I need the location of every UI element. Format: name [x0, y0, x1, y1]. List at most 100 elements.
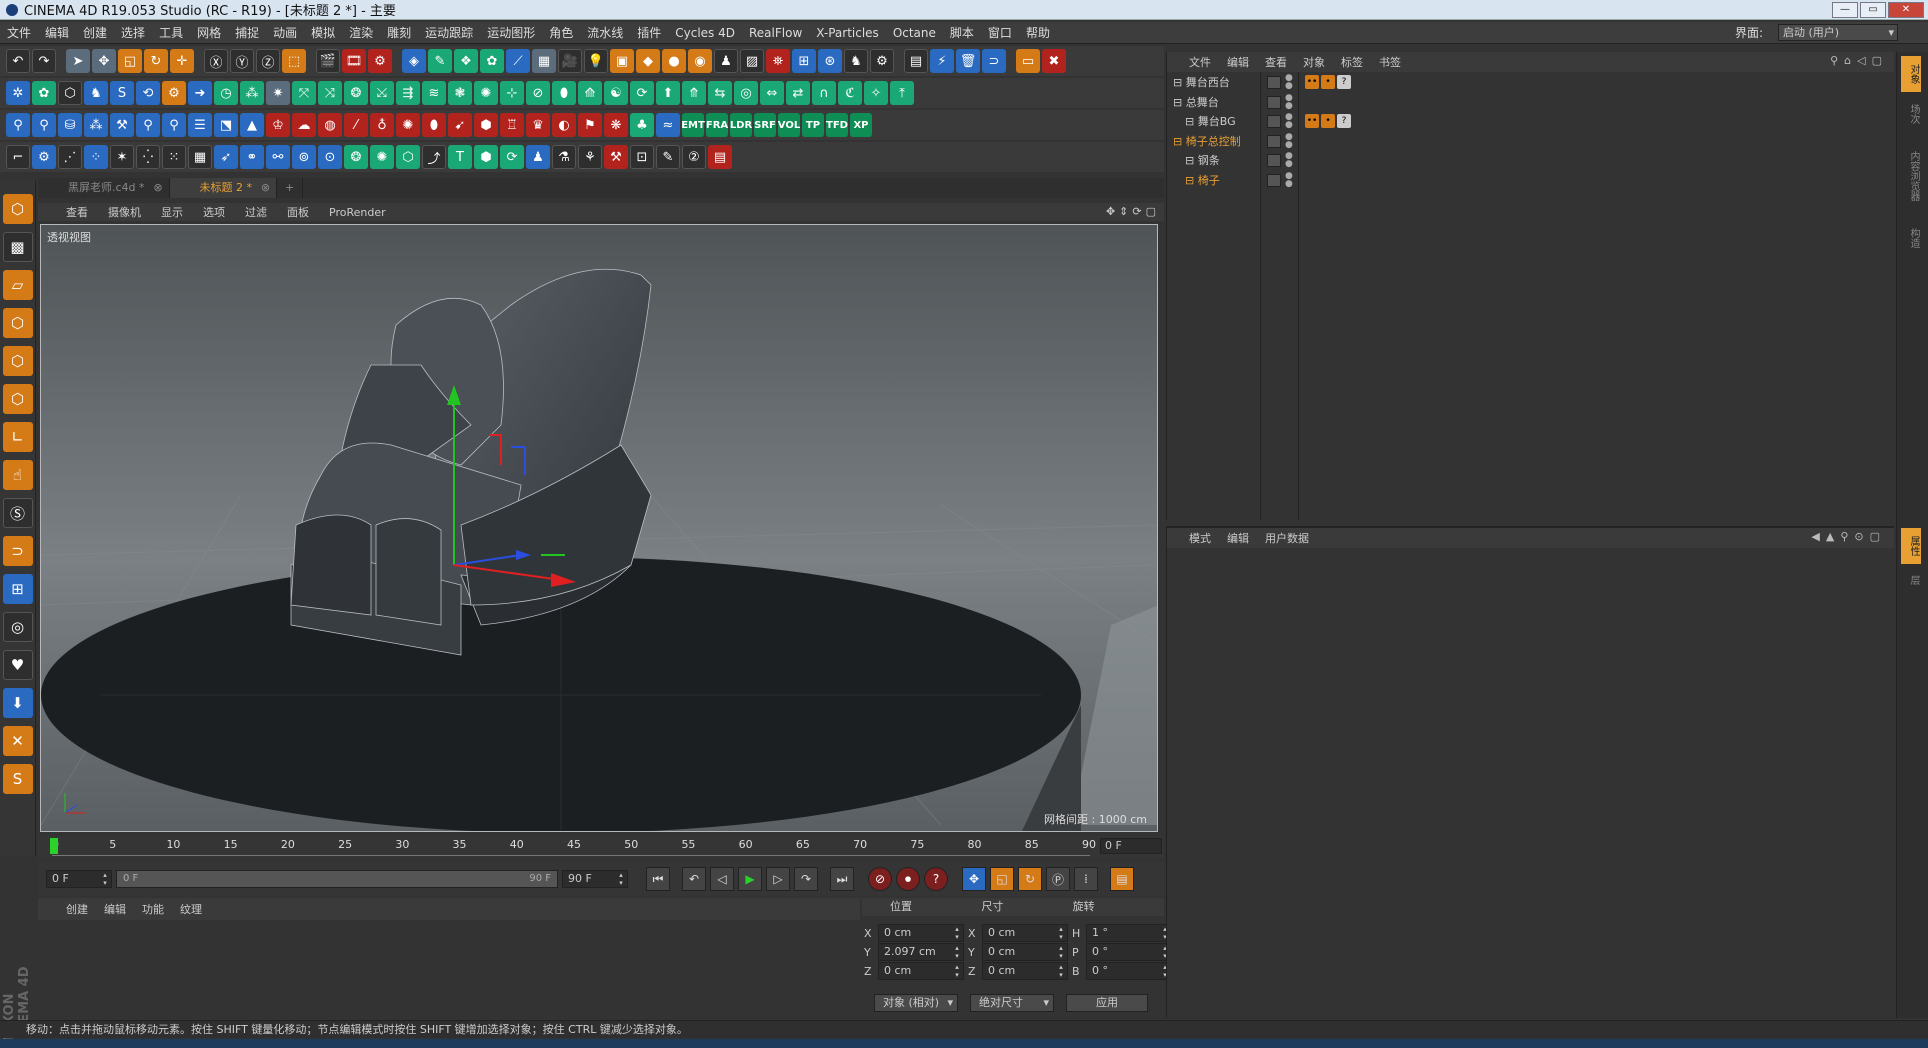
unknown-tag-icon[interactable]: ? [1337, 114, 1351, 128]
key-pla-icon[interactable]: ⁞ [1074, 867, 1098, 891]
coord-value-field[interactable]: 0 cm [878, 962, 964, 980]
xp-emitter-icon[interactable]: ♟ [714, 49, 738, 73]
xp-q4-icon[interactable]: ⁂ [84, 113, 108, 137]
go-to-start-icon[interactable]: ⏮ [646, 867, 670, 891]
xp-star-icon[interactable]: ✷ [266, 81, 290, 105]
viewport-nav-icons[interactable]: ✥⇕⟳▢ [1106, 205, 1160, 218]
render-view-icon[interactable]: 🎬 [316, 49, 340, 73]
object-name[interactable]: ⊟ 钢条 [1185, 152, 1220, 170]
null-object-icon[interactable]: ⊟ [1185, 174, 1198, 187]
tweak-icon[interactable]: ☝ [2, 460, 33, 490]
xp-mod20-icon[interactable]: ⇄ [786, 81, 810, 105]
size-mode-dropdown[interactable]: 绝对尺寸 [970, 994, 1054, 1012]
null-object-icon[interactable]: ⊟ [1185, 154, 1198, 167]
tool-2-icon[interactable]: ② [682, 145, 706, 169]
material-menu-item[interactable]: 创建 [66, 901, 88, 917]
xp-r12-icon[interactable]: ◐ [552, 113, 576, 137]
tool-a-icon[interactable]: ⌐ [6, 145, 30, 169]
tool-t-icon[interactable]: ⟳ [500, 145, 524, 169]
next-key-icon[interactable]: ↷ [794, 867, 818, 891]
tab-layers[interactable]: 层 [1901, 568, 1921, 592]
xp-group-icon[interactable]: ♞ [84, 81, 108, 105]
cycles-icon[interactable]: ◆ [636, 49, 660, 73]
polygons-mode-icon[interactable]: ⬡ [2, 384, 33, 414]
xp-mod16-icon[interactable]: ⤊ [682, 81, 706, 105]
xp-arrow-icon[interactable]: ➜ [188, 81, 212, 105]
s-plugin-icon[interactable]: S [2, 764, 33, 794]
layer-swatch[interactable] [1267, 95, 1281, 109]
tool-o-icon[interactable]: ✺ [370, 145, 394, 169]
x-axis-icon[interactable]: Ⓧ [204, 49, 228, 73]
snap-icon[interactable]: Ⓢ [2, 498, 33, 528]
xp-q1-icon[interactable]: ⚲ [6, 113, 30, 137]
xp-q3-icon[interactable]: ⛁ [58, 113, 82, 137]
null-object-icon[interactable]: ⊟ [1173, 76, 1186, 89]
xp-r6-icon[interactable]: ✺ [396, 113, 420, 137]
key-param-icon[interactable]: Ⓟ [1046, 867, 1070, 891]
object-row[interactable]: ⊟ 椅子 ● ● [1167, 171, 1895, 190]
xp-mod21-icon[interactable]: ∩ [812, 81, 836, 105]
xp-mod6-icon[interactable]: ≋ [422, 81, 446, 105]
prev-key-icon[interactable]: ↶ [682, 867, 706, 891]
next-frame-icon[interactable]: ▷ [766, 867, 790, 891]
grid-lock-icon[interactable]: ⊞ [2, 574, 33, 604]
attribute-menu-item[interactable]: 用户数据 [1265, 530, 1309, 546]
menu-item[interactable]: 脚本 [943, 24, 981, 41]
object-name[interactable]: ⊟ 舞台西台 [1173, 74, 1230, 92]
timeline-playhead[interactable] [50, 838, 58, 854]
object-menu-item[interactable]: 文件 [1189, 54, 1211, 70]
tool-v-icon[interactable]: ⚗ [552, 145, 576, 169]
xp-r2-icon[interactable]: ☁ [292, 113, 316, 137]
menu-item[interactable]: 创建 [76, 24, 114, 41]
sculpt-icon[interactable]: ✕ [2, 726, 33, 756]
xp-mod7-icon[interactable]: ❃ [448, 81, 472, 105]
keyframe-selection-icon[interactable]: ? [924, 867, 948, 891]
new-tab-button[interactable]: + [277, 178, 304, 198]
pen-icon[interactable]: ✎ [428, 49, 452, 73]
deformer-icon[interactable]: ⟋ [506, 49, 530, 73]
tool-p-icon[interactable]: ⬡ [396, 145, 420, 169]
prev-frame-icon[interactable]: ◁ [710, 867, 734, 891]
coord-mode-dropdown[interactable]: 对象 (相对) [874, 994, 958, 1012]
xp-mod18-icon[interactable]: ◎ [734, 81, 758, 105]
menu-item[interactable]: Cycles 4D [668, 26, 742, 40]
xp-r7-icon[interactable]: ⬮ [422, 113, 446, 137]
xp-mod23-icon[interactable]: ✧ [864, 81, 888, 105]
menu-item[interactable]: Octane [886, 26, 943, 40]
visibility-dots[interactable]: ● ● [1285, 93, 1293, 110]
menu-item[interactable]: 运动图形 [480, 24, 542, 41]
points-mode-icon[interactable]: ⬡ [2, 308, 33, 338]
preview-range-slider[interactable]: 0 F 90 F [116, 870, 558, 888]
object-row[interactable]: ⊟ 舞台BG ● ● •• •? [1167, 113, 1895, 131]
xpresso-icon[interactable]: ✖ [1042, 49, 1066, 73]
xp-mod12-icon[interactable]: ⟰ [578, 81, 602, 105]
xp-mod24-icon[interactable]: ⤒ [890, 81, 914, 105]
layer-swatch[interactable] [1267, 76, 1281, 89]
tool-d-icon[interactable]: ⁘ [84, 145, 108, 169]
object-row[interactable]: ⊟ 钢条 ● ● [1167, 152, 1895, 170]
xp-scatter-icon[interactable]: ⁂ [240, 81, 264, 105]
attribute-menu-item[interactable]: 模式 [1189, 530, 1211, 546]
octane-icon[interactable]: ◉ [688, 49, 712, 73]
menu-item[interactable]: 渲染 [342, 24, 380, 41]
material-menu-item[interactable]: 纹理 [180, 901, 202, 917]
material-icon[interactable]: ▣ [610, 49, 634, 73]
rotate-tool-icon[interactable]: ↻ [144, 49, 168, 73]
tab-structure[interactable]: 构造 [1901, 220, 1921, 256]
tool-m-icon[interactable]: ⊙ [318, 145, 342, 169]
live-select-icon[interactable]: ✛ [170, 49, 194, 73]
xp-q10-icon[interactable]: ▲ [240, 113, 264, 137]
xp-mod5-icon[interactable]: ⇶ [396, 81, 420, 105]
layer-swatch[interactable] [1267, 154, 1281, 167]
render-settings-icon[interactable]: ⚙ [368, 49, 392, 73]
record-icon[interactable]: ⊘ [868, 867, 892, 891]
gear-icon[interactable]: ⚙ [870, 49, 894, 73]
tab-objects[interactable]: 对象 [1901, 56, 1921, 92]
apply-button[interactable]: 应用 [1066, 994, 1148, 1012]
tool-z-icon[interactable]: ✎ [656, 145, 680, 169]
tab-file-2[interactable]: 未标题 2 * ⊗ [169, 178, 278, 198]
object-menu-item[interactable]: 书签 [1379, 54, 1401, 70]
autokey-icon[interactable]: ⏺ [896, 867, 920, 891]
menu-item[interactable]: 雕刻 [380, 24, 418, 41]
plugin-ldr-button[interactable]: LDR [730, 113, 752, 137]
